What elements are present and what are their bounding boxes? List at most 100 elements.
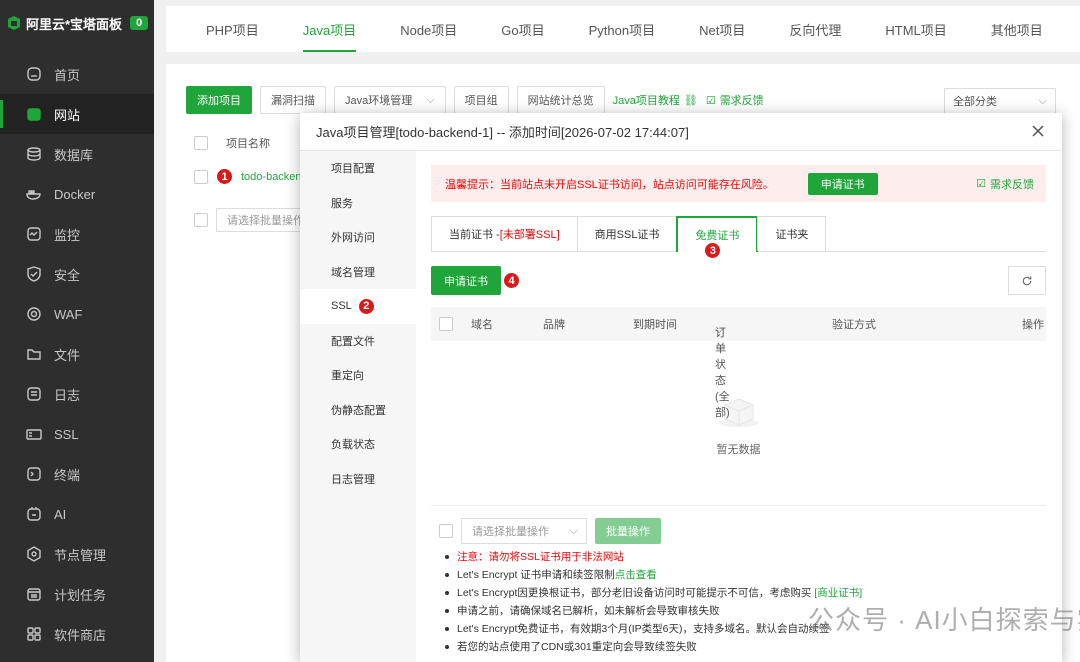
- sidebar-item-docker[interactable]: Docker: [0, 174, 154, 214]
- ssl-icon: [26, 429, 42, 440]
- tab-node[interactable]: Node项目: [378, 6, 479, 52]
- alert-text: 温馨提示：当前站点未开启SSL证书访问，站点访问可能存在风险。: [445, 178, 774, 191]
- shield-icon: [27, 266, 41, 282]
- modal-title: Java项目管理[todo-backend-1] -- 添加时间[2026-07…: [316, 125, 689, 140]
- sidebar-item-store[interactable]: 软件商店: [0, 614, 154, 654]
- cert-table-header: 域名 品牌 到期时间 订单状态(全部) ⌵ 验证方式 操作: [431, 307, 1046, 419]
- menu-item-rewrite[interactable]: 伪静态配置: [300, 393, 416, 428]
- ssl-panel: 温馨提示：当前站点未开启SSL证书访问，站点访问可能存在风险。 申请证书 ☑ 需求…: [416, 151, 1062, 662]
- java-env-button[interactable]: Java环境管理 ⌵: [334, 86, 446, 114]
- feedback-label: 需求反馈: [719, 95, 764, 107]
- notification-badge[interactable]: 0: [130, 16, 149, 30]
- apply-cert-button[interactable]: 申请证书: [431, 266, 501, 295]
- sidebar-item-files[interactable]: 文件: [0, 334, 154, 374]
- project-name-link[interactable]: todo-backend: [241, 171, 308, 183]
- docker-icon: [26, 190, 41, 200]
- project-table-header: 项目名称: [186, 128, 306, 158]
- sidebar-item-database[interactable]: 数据库: [0, 134, 154, 174]
- tab-net[interactable]: Net项目: [677, 6, 767, 52]
- modal-header: Java项目管理[todo-backend-1] -- 添加时间[2026-07…: [300, 113, 1062, 151]
- store-icon: [27, 627, 41, 641]
- select-all-checkbox[interactable]: [194, 136, 208, 150]
- col-brand: 品牌: [543, 319, 565, 331]
- menu-item-service[interactable]: 服务: [300, 186, 416, 221]
- tab-label: 免费证书: [695, 230, 740, 242]
- sidebar-item-label: AI: [54, 506, 67, 522]
- note-text: Let's Encrypt因更换根证书，部分老旧设备访问时可能提示不可信，考虑购…: [457, 587, 812, 599]
- category-select[interactable]: 全部分类 ⌵: [944, 88, 1056, 114]
- sidebar-item-label: 日志: [54, 387, 81, 403]
- menu-item-load-status[interactable]: 负载状态: [300, 427, 416, 462]
- brand-title: 阿里云*宝塔面板: [26, 16, 123, 32]
- sidebar-item-cron[interactable]: 计划任务: [0, 574, 154, 614]
- tab-java[interactable]: Java项目: [281, 6, 378, 52]
- batch-checkbox[interactable]: [439, 524, 453, 538]
- col-project-name[interactable]: 项目名称: [226, 135, 270, 151]
- commercial-cert-link[interactable]: [商业证书]: [814, 587, 862, 599]
- sidebar-item-terminal[interactable]: 终端: [0, 454, 154, 494]
- menu-item-log[interactable]: 日志管理: [300, 462, 416, 497]
- sidebar-item-label: 节点管理: [54, 547, 107, 563]
- alert-apply-cert-button[interactable]: 申请证书: [807, 172, 878, 195]
- menu-item-redirect[interactable]: 重定向: [300, 358, 416, 393]
- sidebar-item-ai[interactable]: AI: [0, 494, 154, 534]
- menu-item-config-file[interactable]: 配置文件: [300, 324, 416, 359]
- tab-html[interactable]: HTML项目: [863, 6, 968, 52]
- tab-cert-folder[interactable]: 证书夹: [757, 216, 827, 251]
- sidebar-item-website[interactable]: 网站: [0, 94, 154, 134]
- sidebar-item-ssl[interactable]: SSL: [0, 414, 154, 454]
- tab-reverse-proxy[interactable]: 反向代理: [767, 6, 863, 52]
- calendar-icon: [27, 588, 41, 601]
- sidebar-item-label: 数据库: [54, 147, 94, 163]
- refresh-button[interactable]: [1008, 266, 1046, 295]
- site-stats-button[interactable]: 网站统计总览: [516, 86, 605, 114]
- sidebar-item-waf[interactable]: WAF: [0, 294, 154, 334]
- sidebar-item-label: 监控: [54, 227, 81, 243]
- tab-free-cert[interactable]: 免费证书 3: [676, 216, 759, 259]
- limits-link[interactable]: 点击查看: [615, 569, 657, 581]
- chevron-down-icon: ⌵: [1038, 94, 1047, 107]
- menu-item-domain[interactable]: 域名管理: [300, 255, 416, 290]
- step-marker-2: 2: [357, 297, 375, 315]
- tab-python[interactable]: Python项目: [567, 6, 677, 52]
- sidebar: 阿里云*宝塔面板 0 首页 网站 数据库 Docker 监控 安全 WAF 文件…: [0, 0, 154, 662]
- tab-go[interactable]: Go项目: [479, 6, 566, 52]
- tab-current-cert[interactable]: 当前证书 - [未部署SSL]: [431, 216, 578, 251]
- tab-other[interactable]: 其他项目: [969, 6, 1065, 52]
- category-value: 全部分类: [953, 96, 997, 108]
- tab-commercial-cert[interactable]: 商用SSL证书: [576, 216, 678, 251]
- batch-checkbox[interactable]: [194, 213, 208, 227]
- close-icon[interactable]: [1030, 123, 1046, 139]
- alert-feedback-link[interactable]: ☑ 需求反馈: [976, 176, 1034, 192]
- vuln-scan-button[interactable]: 漏洞扫描: [260, 86, 326, 114]
- batch-select[interactable]: 请选择批量操作 ⌵: [461, 518, 587, 544]
- chevron-down-icon: ⌵: [426, 93, 435, 106]
- sidebar-item-label: 软件商店: [54, 627, 107, 643]
- add-project-button[interactable]: 添加项目: [186, 86, 252, 114]
- select-all-checkbox[interactable]: [439, 317, 453, 331]
- batch-action-button[interactable]: 批量操作: [595, 518, 661, 544]
- col-expire: 到期时间: [633, 319, 677, 331]
- sidebar-item-security[interactable]: 安全: [0, 254, 154, 294]
- sidebar-item-label: 安全: [54, 267, 81, 283]
- menu-item-project-config[interactable]: 项目配置: [300, 151, 416, 186]
- java-project-modal: Java项目管理[todo-backend-1] -- 添加时间[2026-07…: [300, 113, 1062, 662]
- row-checkbox[interactable]: [194, 169, 208, 184]
- sidebar-item-nodes[interactable]: 节点管理: [0, 534, 154, 574]
- feedback-icon: ☑: [976, 178, 986, 190]
- modal-menu: 项目配置 服务 外网访问 域名管理 SSL 2 配置文件 重定向 伪静态配置 负载…: [300, 151, 416, 662]
- sidebar-item-label: 文件: [54, 347, 81, 363]
- feedback-link[interactable]: ☑ 需求反馈: [706, 92, 764, 108]
- sidebar-item-monitor[interactable]: 监控: [0, 214, 154, 254]
- java-tutorial-link[interactable]: Java项目教程 ⛓: [613, 92, 698, 108]
- sidebar-item-logs[interactable]: 日志: [0, 374, 154, 414]
- tab-php[interactable]: PHP项目: [184, 6, 281, 52]
- menu-item-ssl[interactable]: SSL 2: [300, 289, 416, 324]
- batch-select[interactable]: 请选择批量操作: [216, 208, 306, 232]
- col-domain: 域名: [471, 319, 493, 331]
- menu-item-external-access[interactable]: 外网访问: [300, 220, 416, 255]
- empty-state: 暂无数据: [431, 341, 1046, 506]
- project-group-button[interactable]: 项目组: [453, 86, 509, 114]
- col-verify: 验证方式: [832, 319, 876, 331]
- sidebar-item-home[interactable]: 首页: [0, 54, 154, 94]
